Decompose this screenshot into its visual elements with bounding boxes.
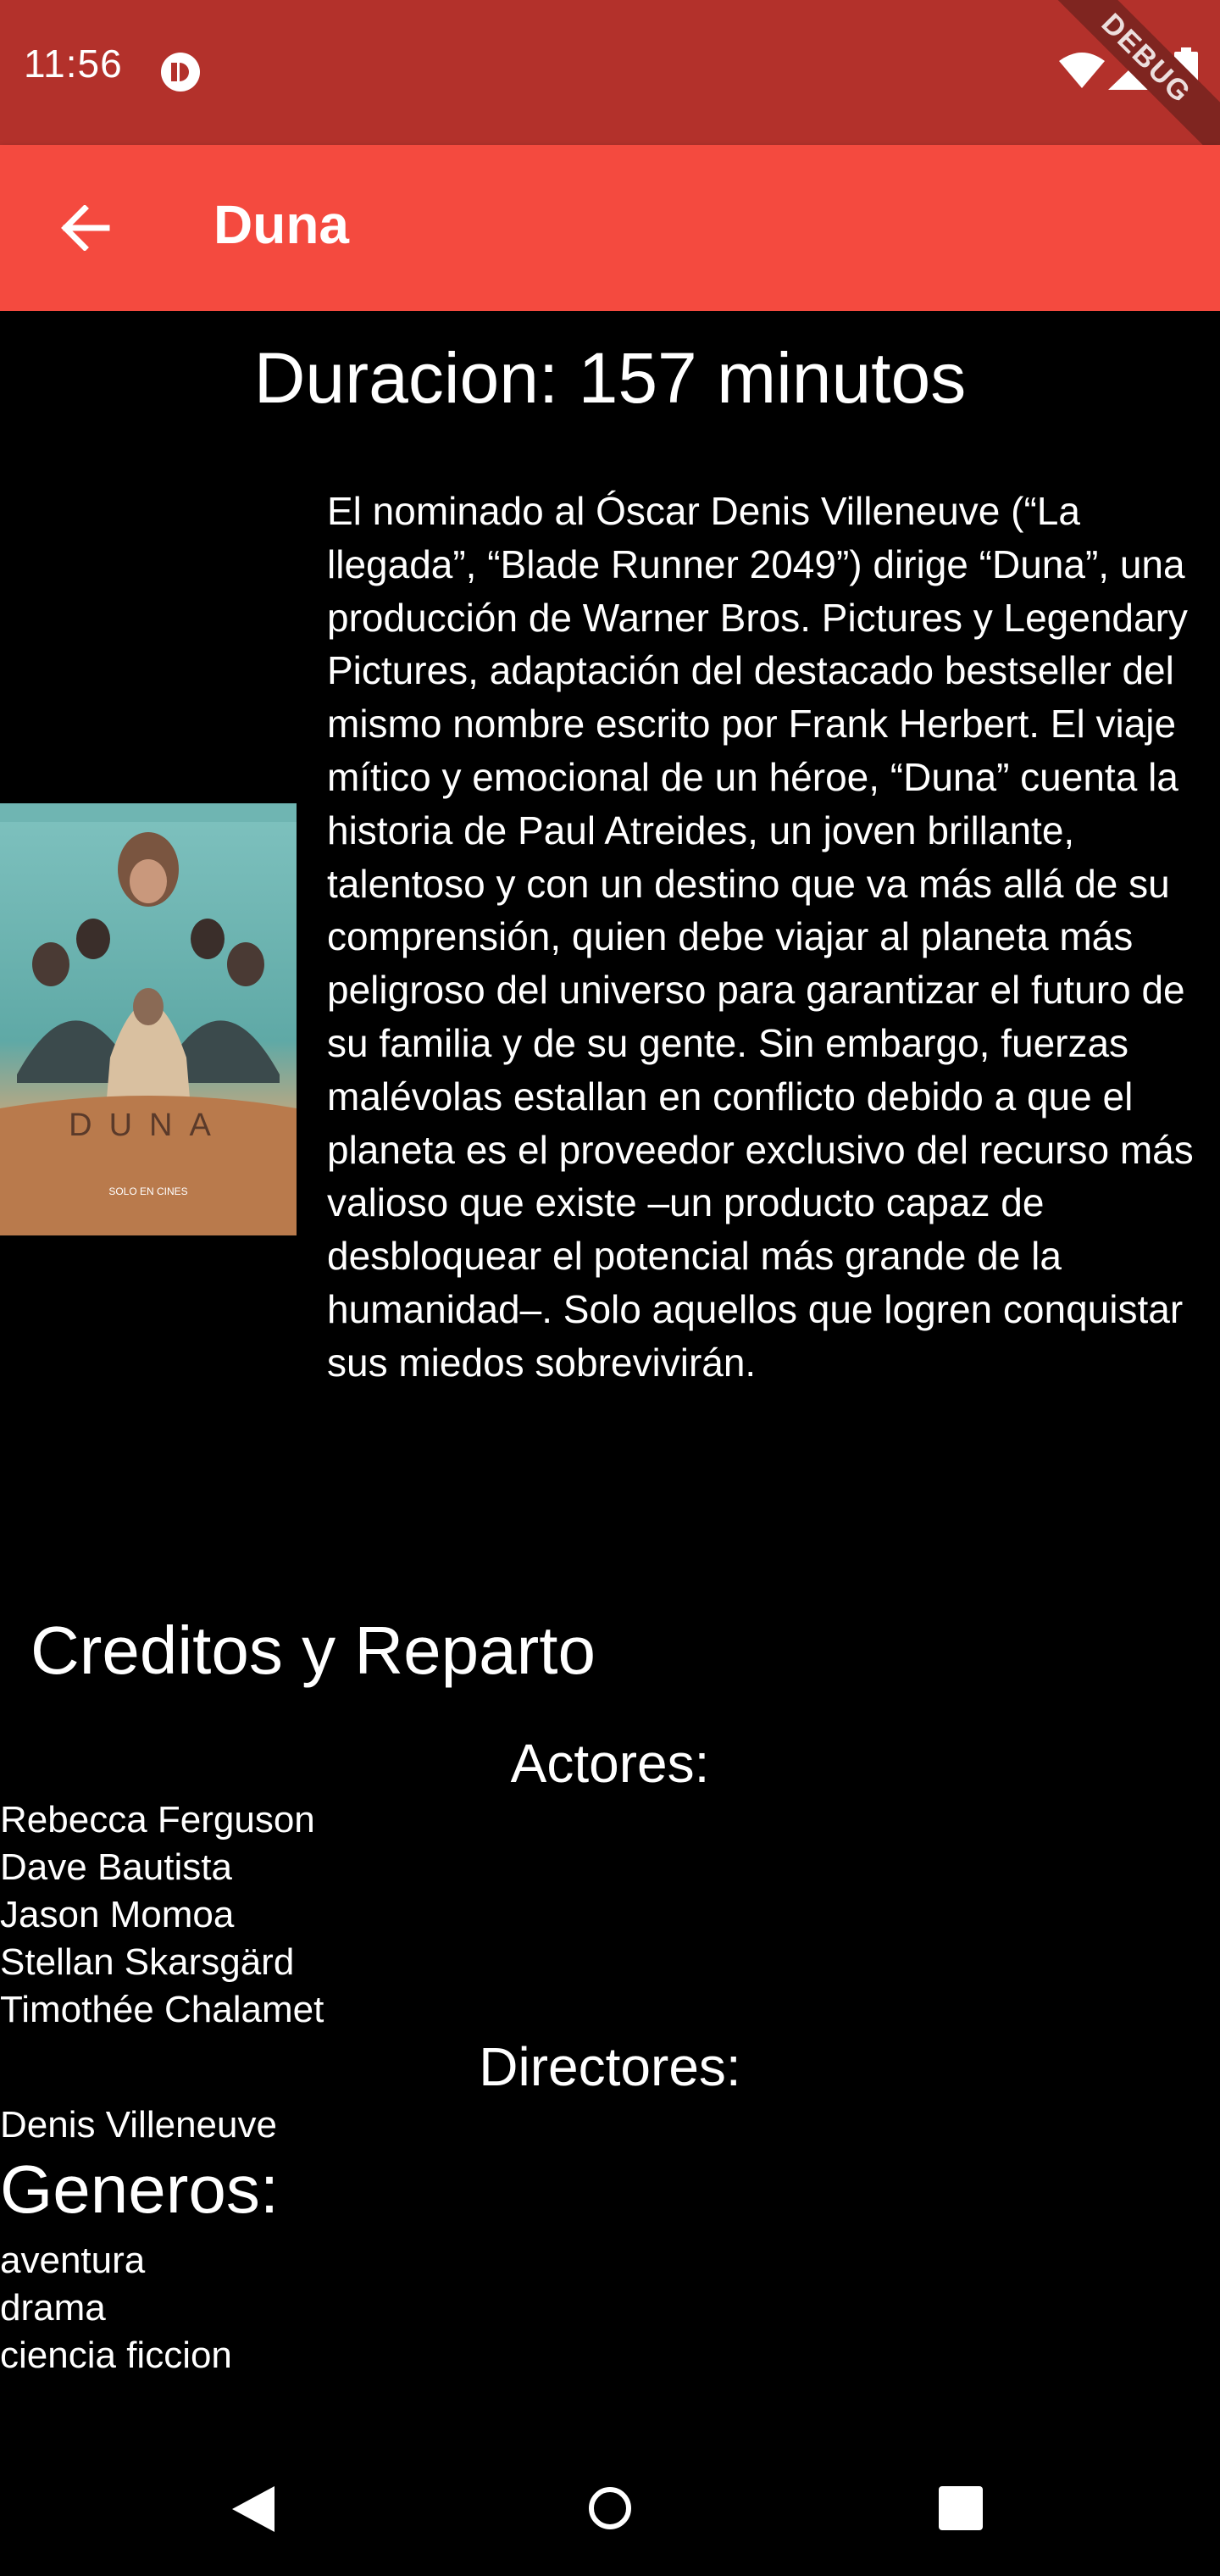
system-nav-bar (0, 2437, 1220, 2576)
movie-poster: DUNA SOLO EN CINES (0, 803, 297, 1235)
actor-item: Stellan Skarsgärd (0, 1941, 295, 1983)
actor-item: Rebecca Ferguson (0, 1799, 315, 1840)
movie-duration: Duracion: 157 minutos (253, 338, 967, 418)
status-time: 11:56 (24, 42, 123, 86)
genre-list: aventura drama ciencia ficcion (0, 2237, 232, 2379)
media-icon (159, 51, 202, 93)
actor-item: Jason Momoa (0, 1894, 235, 1935)
directors-heading: Directores: (479, 2036, 741, 2097)
genre-item: ciencia ficcion (0, 2334, 232, 2376)
genre-item: aventura (0, 2240, 146, 2281)
actors-heading: Actores: (510, 1733, 710, 1794)
poster-tagline: SOLO EN CINES (108, 1185, 187, 1197)
home-circle-icon[interactable] (586, 2484, 634, 2536)
director-item: Denis Villeneuve (0, 2104, 277, 2146)
director-list: Denis Villeneuve (0, 2101, 277, 2149)
credits-heading: Creditos y Reparto (30, 1613, 596, 1688)
movie-synopsis: El nominado al Óscar Denis Villeneuve (“… (327, 489, 1194, 1385)
actor-item: Timothée Chalamet (0, 1989, 324, 2030)
actor-list: Rebecca Ferguson Dave Bautista Jason Mom… (0, 1796, 324, 2034)
arrow-left-icon (61, 205, 110, 251)
back-button[interactable] (44, 187, 125, 269)
back-triangle-icon[interactable] (230, 2484, 276, 2538)
wifi-icon (1059, 53, 1105, 92)
poster-title-text: DUNA (69, 1108, 228, 1143)
genre-item: drama (0, 2287, 106, 2329)
page-title: Duna (214, 194, 349, 255)
status-bar: 11:56 DEBUG (0, 0, 1220, 173)
genres-heading: Generos: (0, 2151, 280, 2227)
actor-item: Dave Bautista (0, 1846, 232, 1888)
recents-square-icon[interactable] (939, 2486, 983, 2534)
app-bar: Duna (0, 145, 1220, 311)
